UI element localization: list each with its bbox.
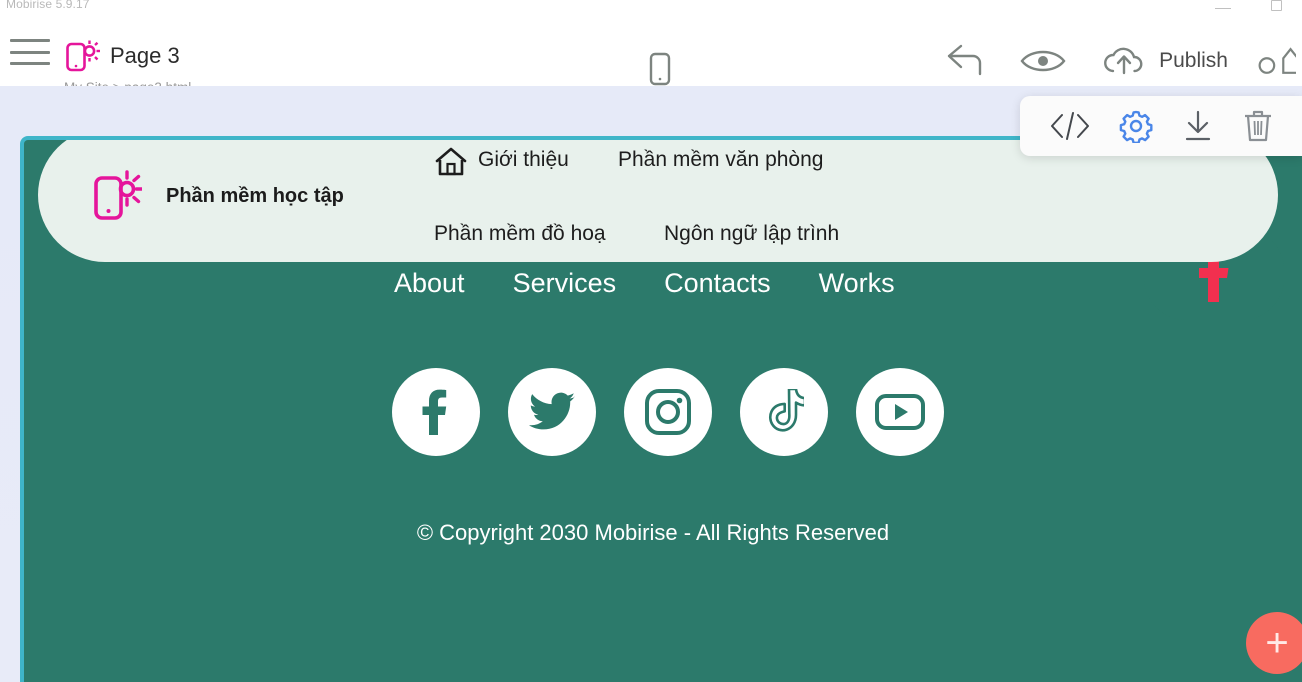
app-version-label: Mobirise 5.9.17: [6, 0, 90, 11]
add-block-fab[interactable]: +: [1246, 612, 1302, 674]
footer-sublink-works[interactable]: Works: [819, 268, 895, 299]
footer-nav-link-1[interactable]: Phần mềm văn phòng: [618, 148, 823, 172]
social-facebook-button[interactable]: [392, 368, 480, 456]
footer-nav-link-3[interactable]: Ngôn ngữ lập trình: [664, 222, 839, 246]
social-instagram-button[interactable]: [624, 368, 712, 456]
footer-social-list: [392, 368, 944, 456]
block-toolbar: [1020, 96, 1302, 156]
home-icon: [434, 146, 468, 178]
footer-sublink-contacts[interactable]: Contacts: [664, 268, 771, 299]
page-title: Page 3: [110, 43, 180, 69]
preview-eye-icon[interactable]: [1019, 46, 1067, 76]
undo-icon[interactable]: [943, 44, 985, 78]
code-icon[interactable]: [1048, 111, 1092, 141]
brand-name-label: Phần mềm học tập: [166, 185, 344, 208]
window-controls: [1215, 0, 1282, 11]
window-title-bar: Mobirise 5.9.17: [0, 0, 1302, 18]
maximize-button[interactable]: [1271, 0, 1282, 11]
publish-label: Publish: [1159, 49, 1228, 73]
footer-nav-link-0[interactable]: Giới thiệu: [478, 148, 569, 172]
footer-sublink-about[interactable]: About: [394, 268, 465, 299]
editor-canvas: Phần mềm học tập Giới thiệu Phần mềm văn…: [0, 86, 1302, 682]
plus-icon: +: [1265, 626, 1288, 660]
footer-block[interactable]: Phần mềm học tập Giới thiệu Phần mềm văn…: [20, 136, 1302, 682]
footer-sublink-services[interactable]: Services: [513, 268, 617, 299]
footer-subnav: About Services Contacts Works: [394, 268, 895, 299]
copyright-text: © Copyright 2030 Mobirise - All Rights R…: [24, 520, 1282, 546]
publish-button[interactable]: Publish: [1101, 45, 1228, 77]
social-youtube-button[interactable]: [856, 368, 944, 456]
social-tiktok-button[interactable]: [740, 368, 828, 456]
download-icon[interactable]: [1181, 110, 1215, 142]
settings-gear-icon[interactable]: [1119, 109, 1153, 143]
header-toolbar: Publish: [943, 44, 1302, 78]
app-header: Page 3 My Site > page3.html: [0, 18, 1302, 86]
delete-trash-icon[interactable]: [1242, 109, 1274, 143]
footer-nav-link-2[interactable]: Phần mềm đồ hoạ: [434, 222, 606, 246]
hamburger-menu-icon[interactable]: [10, 36, 50, 68]
brand-logo-icon: [94, 170, 142, 222]
social-twitter-button[interactable]: [508, 368, 596, 456]
mobirise-logo-icon: [66, 40, 100, 72]
cloud-upload-icon: [1101, 45, 1147, 77]
more-options-icon[interactable]: [1256, 44, 1296, 78]
minimize-button[interactable]: [1215, 2, 1231, 10]
